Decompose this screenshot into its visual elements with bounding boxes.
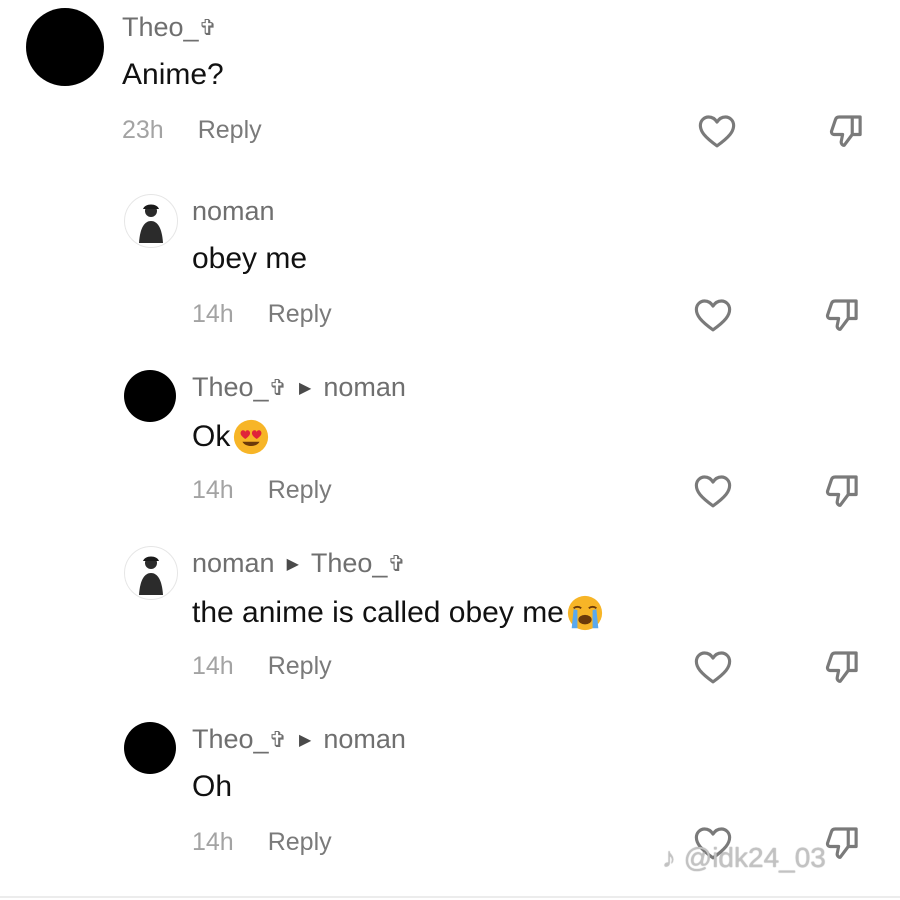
avatar[interactable]: [26, 8, 104, 86]
comment-username[interactable]: noman: [192, 196, 275, 227]
watermark: ♪ @idk24_03: [662, 842, 826, 873]
profile-photo-icon: [139, 556, 163, 595]
heart-outline-icon[interactable]: [692, 646, 734, 688]
thumbs-down-outline-icon[interactable]: [822, 646, 864, 688]
crying-emoji: [567, 595, 602, 631]
thumbs-down-outline-icon[interactable]: [822, 470, 864, 512]
thumbs-down-outline-icon[interactable]: [822, 822, 864, 864]
comment-time: 14h: [192, 828, 234, 856]
comment-meta: 14h Reply: [192, 828, 332, 857]
reply-arrow-icon: ▶: [286, 555, 299, 573]
comment-username[interactable]: Theo_ ✞: [122, 12, 217, 43]
profile-photo-icon: [139, 204, 163, 243]
comment-time: 14h: [192, 476, 234, 504]
reply-button[interactable]: Reply: [268, 476, 332, 504]
reply-to-username: Theo_: [310, 548, 388, 578]
heart-outline-icon[interactable]: [692, 294, 734, 336]
comment-time: 14h: [192, 652, 234, 680]
comment-time: 23h: [122, 116, 164, 144]
comment-text: Ok: [192, 418, 270, 456]
tiktok-logo-icon: ♪: [662, 842, 676, 873]
heart-eyes-emoji: [234, 419, 269, 455]
avatar[interactable]: [124, 722, 176, 774]
thumbs-down-outline-icon[interactable]: [822, 294, 864, 336]
heart-outline-icon[interactable]: [692, 470, 734, 512]
comment-text: Anime?: [122, 58, 224, 91]
avatar[interactable]: [124, 194, 178, 248]
thumbs-down-outline-icon[interactable]: [826, 110, 868, 152]
comment-meta: 23h Reply: [122, 116, 262, 145]
avatar[interactable]: [124, 546, 178, 600]
comment-meta: 14h Reply: [192, 476, 332, 505]
reply-arrow-icon: ▶: [299, 379, 312, 397]
comment-username[interactable]: Theo_ ✞ ▶ noman: [192, 372, 406, 403]
reply-button[interactable]: Reply: [268, 828, 332, 856]
comment-text: the anime is called obey me: [192, 594, 604, 632]
reply-button[interactable]: Reply: [198, 116, 262, 144]
comment-meta: 14h Reply: [192, 652, 332, 681]
reply-to-username: noman: [323, 724, 406, 754]
avatar[interactable]: [124, 370, 176, 422]
reply-button[interactable]: Reply: [268, 300, 332, 328]
comment-meta: 14h Reply: [192, 300, 332, 329]
divider: [0, 896, 900, 898]
comment-username[interactable]: noman ▶ Theo_ ✞: [192, 548, 406, 579]
comment-text: Oh: [192, 770, 233, 803]
comment-username[interactable]: Theo_ ✞ ▶ noman: [192, 724, 406, 755]
reply-to-username: noman: [323, 372, 406, 402]
comment-time: 14h: [192, 300, 234, 328]
reply-button[interactable]: Reply: [268, 652, 332, 680]
heart-outline-icon[interactable]: [696, 110, 738, 152]
reply-arrow-icon: ▶: [299, 731, 312, 749]
comment-text: obey me: [192, 242, 308, 275]
